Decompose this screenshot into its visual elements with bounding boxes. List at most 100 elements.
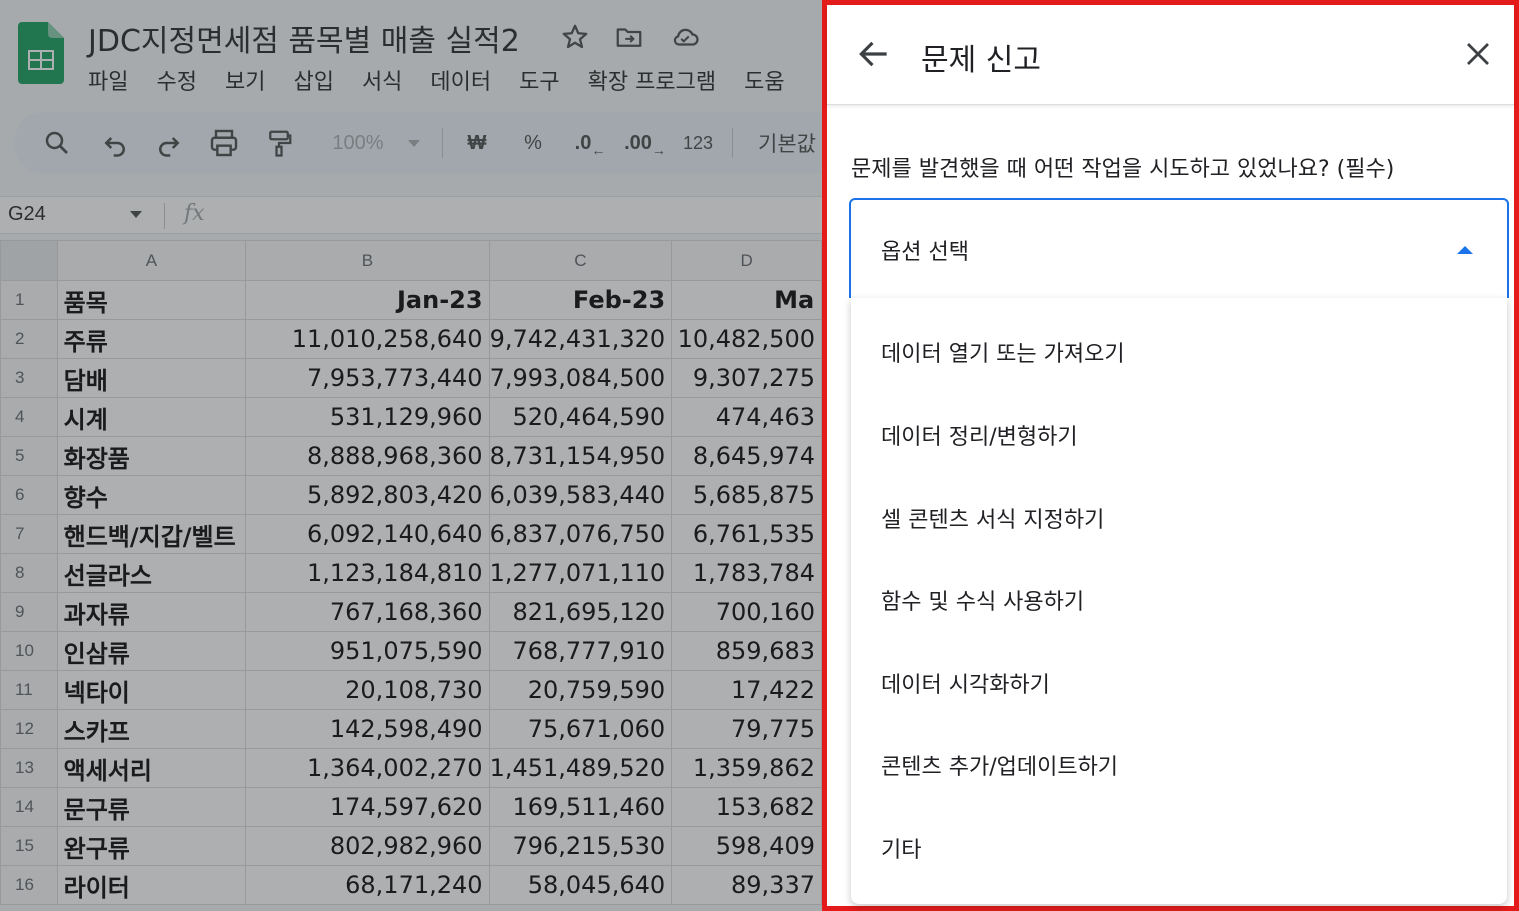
document-title[interactable]: JDC지정면세점 품목별 매출 실적2 [88,16,520,60]
menu-extensions[interactable]: 확장 프로그램 [588,64,716,95]
cell-mar[interactable]: 8,645,974 [671,436,822,476]
cell-jan[interactable]: 6,092,140,640 [245,514,490,554]
cell-item[interactable]: 문구류 [56,787,247,827]
undo-icon[interactable] [100,126,130,160]
option-open-import[interactable]: 데이터 열기 또는 가져오기 [851,298,1507,380]
cell-feb[interactable]: 7,993,084,500 [488,358,673,398]
cell-feb[interactable]: 58,045,640 [488,865,673,905]
search-menus-icon[interactable] [42,126,72,160]
sheets-logo-icon[interactable] [18,22,64,84]
cell-feb[interactable]: 6,039,583,440 [488,475,673,515]
menu-help[interactable]: 도움 [744,64,784,95]
cell-item[interactable]: 라이터 [56,865,247,905]
cell-feb[interactable]: 1,451,489,520 [488,748,673,788]
cell-mar[interactable]: 700,160 [671,592,822,632]
cell-item[interactable]: 담배 [56,358,247,398]
cell-jan[interactable]: 531,129,960 [245,397,490,437]
currency-format-button[interactable]: ₩ [460,126,494,160]
cell-jan[interactable]: 8,888,968,360 [245,436,490,476]
cell-jan[interactable]: 1,123,184,810 [245,553,490,593]
option-format-cells[interactable]: 셀 콘텐츠 서식 지정하기 [851,464,1507,546]
back-arrow-icon[interactable] [855,35,893,73]
menu-view[interactable]: 보기 [225,64,265,95]
cell-feb[interactable]: 75,671,060 [488,709,673,749]
cell-mar[interactable]: 859,683 [671,631,822,671]
cell-feb[interactable]: 768,777,910 [488,631,673,671]
cell-item[interactable]: 완구류 [56,826,247,866]
cell-mar[interactable]: 474,463 [671,397,822,437]
cell-mar[interactable]: 6,761,535 [671,514,822,554]
cell-item[interactable]: 스카프 [56,709,247,749]
star-icon[interactable] [560,22,590,52]
cell-feb[interactable]: 8,731,154,950 [488,436,673,476]
option-functions-formulas[interactable]: 함수 및 수식 사용하기 [851,546,1507,628]
cell-item[interactable]: 시계 [56,397,247,437]
row-header[interactable]: 12 [0,709,58,749]
menu-tools[interactable]: 도구 [519,64,559,95]
cell-mar[interactable]: 598,409 [671,826,822,866]
cell-mar[interactable]: 89,337 [671,865,822,905]
cell-jan[interactable]: 951,075,590 [245,631,490,671]
cell-item[interactable]: 주류 [56,319,247,359]
row-header[interactable]: 6 [0,475,58,515]
cell-item[interactable]: 인삼류 [56,631,247,671]
cell-jan[interactable]: 5,892,803,420 [245,475,490,515]
more-formats-button[interactable]: 123 [678,126,718,160]
cell-jan[interactable]: 68,171,240 [245,865,490,905]
column-header-c[interactable]: C [488,240,673,281]
cell-mar[interactable]: 1,359,862 [671,748,822,788]
cell-feb[interactable]: 6,837,076,750 [488,514,673,554]
zoom-select[interactable]: 100% [318,126,398,160]
option-clean-transform[interactable]: 데이터 정리/변형하기 [851,381,1507,463]
cell-jan[interactable]: 142,598,490 [245,709,490,749]
cell-mar[interactable]: 5,685,875 [671,475,822,515]
redo-icon[interactable] [154,126,184,160]
menu-format[interactable]: 서식 [362,64,402,95]
menu-insert[interactable]: 삽입 [293,64,333,95]
cell-item[interactable]: 핸드백/지갑/벨트 [56,514,247,554]
cell-jan[interactable]: 174,597,620 [245,787,490,827]
row-header[interactable]: 15 [0,826,58,866]
cell-feb[interactable]: 1,277,071,110 [488,553,673,593]
cell-item[interactable]: 넥타이 [56,670,247,710]
cell-item-header[interactable]: 품목 [56,280,247,320]
row-header[interactable]: 10 [0,631,58,671]
column-header-a[interactable]: A [56,240,247,281]
cell-feb[interactable]: 520,464,590 [488,397,673,437]
paint-format-icon[interactable] [264,126,294,160]
cell-mar[interactable]: 153,682 [671,787,822,827]
column-header-b[interactable]: B [245,240,490,281]
option-add-update-content[interactable]: 콘텐츠 추가/업데이트하기 [851,711,1507,793]
row-header[interactable]: 1 [0,280,58,320]
row-header[interactable]: 16 [0,865,58,905]
cell-mar[interactable]: 1,783,784 [671,553,822,593]
cell-jan[interactable]: 802,982,960 [245,826,490,866]
cell-feb[interactable]: 9,742,431,320 [488,319,673,359]
cell-item[interactable]: 과자류 [56,592,247,632]
row-header[interactable]: 2 [0,319,58,359]
row-header[interactable]: 3 [0,358,58,398]
cell-feb-header[interactable]: Feb-23 [488,280,673,320]
option-visualize-data[interactable]: 데이터 시각화하기 [851,629,1507,711]
option-other[interactable]: 기타 [851,794,1507,876]
row-header[interactable]: 5 [0,436,58,476]
row-header[interactable]: 13 [0,748,58,788]
cloud-saved-icon[interactable] [670,22,700,52]
cell-feb[interactable]: 20,759,590 [488,670,673,710]
cell-item[interactable]: 화장품 [56,436,247,476]
cell-feb[interactable]: 821,695,120 [488,592,673,632]
cell-feb[interactable]: 796,215,530 [488,826,673,866]
row-header[interactable]: 11 [0,670,58,710]
cell-jan[interactable]: 767,168,360 [245,592,490,632]
cell-item[interactable]: 액세서리 [56,748,247,788]
cell-jan[interactable]: 20,108,730 [245,670,490,710]
close-icon[interactable] [1463,39,1493,69]
cell-feb[interactable]: 169,511,460 [488,787,673,827]
row-header[interactable]: 7 [0,514,58,554]
name-box-chevron-down-icon[interactable] [130,211,142,218]
row-header[interactable]: 4 [0,397,58,437]
zoom-chevron-down-icon[interactable] [404,126,424,160]
task-select[interactable]: 옵션 선택 [849,198,1509,298]
menu-file[interactable]: 파일 [88,64,128,95]
cell-mar[interactable]: 17,422 [671,670,822,710]
